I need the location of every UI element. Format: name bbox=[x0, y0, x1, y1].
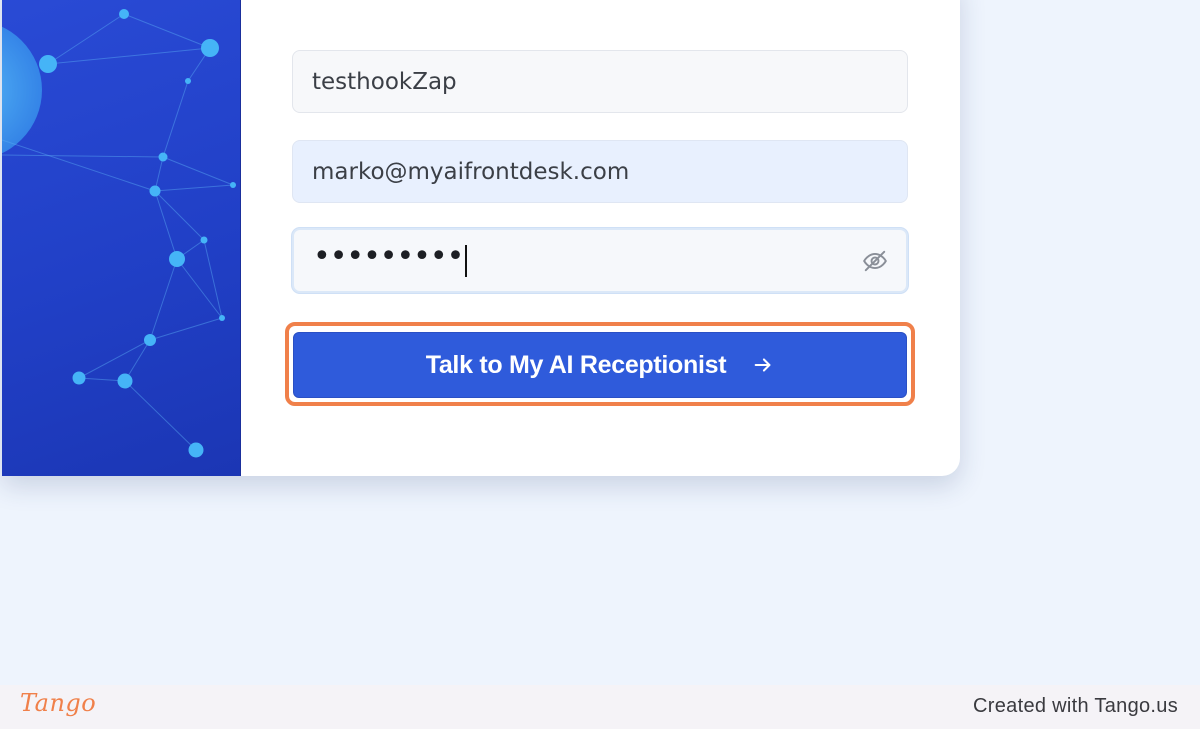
created-with-credit[interactable]: Created with Tango.us bbox=[973, 695, 1178, 718]
talk-to-receptionist-button[interactable]: Talk to My AI Receptionist bbox=[293, 332, 907, 398]
submit-button-label: Talk to My AI Receptionist bbox=[425, 350, 727, 379]
password-input-value: ••••••••• bbox=[313, 238, 464, 274]
arrow-right-icon bbox=[752, 354, 774, 376]
tango-logo[interactable]: Tango bbox=[20, 689, 96, 717]
tango-footer: Tango Created with Tango.us bbox=[0, 685, 1200, 729]
text-caret bbox=[465, 244, 468, 277]
email-input[interactable]: marko@myaifrontdesk.com bbox=[292, 140, 908, 203]
email-input-value: marko@myaifrontdesk.com bbox=[312, 158, 630, 185]
name-input[interactable]: testhookZap bbox=[292, 50, 908, 113]
eye-off-icon[interactable] bbox=[861, 247, 889, 275]
page-background: testhookZap marko@myaifrontdesk.com ••••… bbox=[0, 0, 1200, 685]
hero-network-panel bbox=[2, 0, 241, 476]
password-input[interactable]: ••••••••• bbox=[292, 228, 908, 293]
network-illustration bbox=[2, 9, 236, 458]
name-input-value: testhookZap bbox=[312, 68, 457, 95]
